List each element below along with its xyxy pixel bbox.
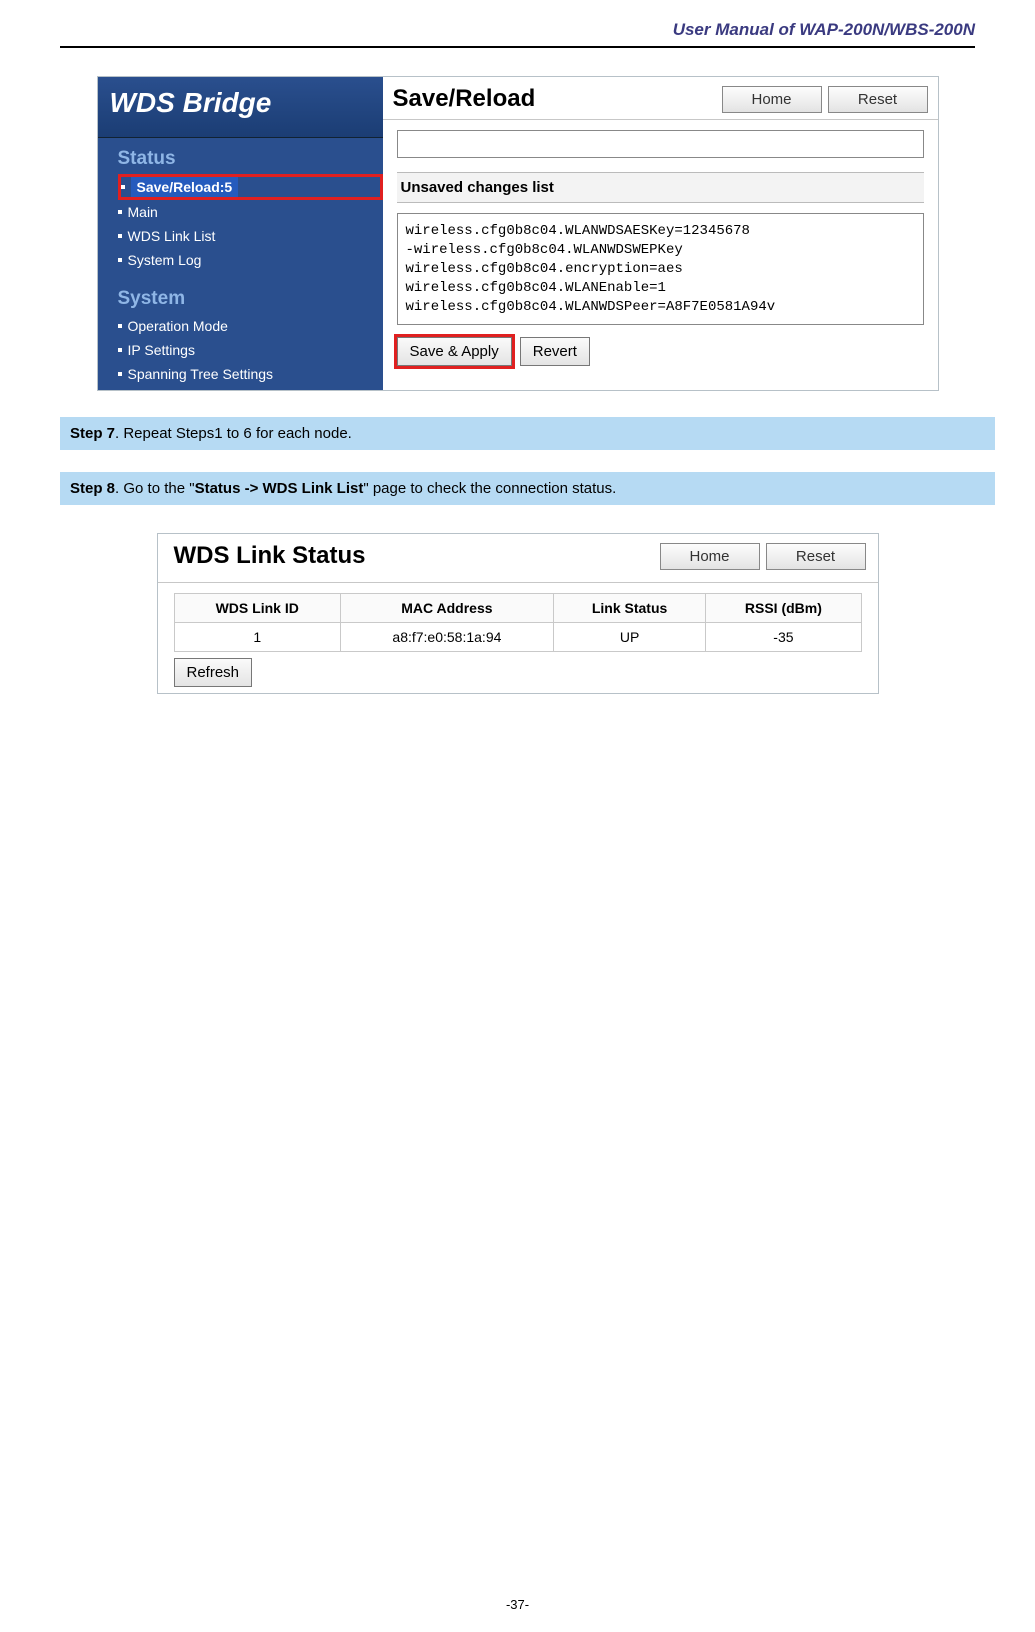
bullet-icon [118,372,122,376]
sidebar-item-label: Operation Mode [128,318,228,334]
bullet-icon [121,185,125,189]
col-rssi: RSSI (dBm) [706,594,861,623]
changes-list: wireless.cfg0b8c04.WLANWDSAESKey=1234567… [397,213,924,325]
col-wds-link-id: WDS Link ID [174,594,340,623]
sidebar-item-label: WDS Link List [128,228,216,244]
sidebar-item-label: Spanning Tree Settings [128,366,274,382]
reset-button[interactable]: Reset [828,86,928,113]
sidebar-system-label: System [118,284,383,314]
home-button[interactable]: Home [722,86,822,113]
table-header-row: WDS Link ID MAC Address Link Status RSSI… [174,594,861,623]
document-header: User Manual of WAP-200N/WBS-200N [60,0,975,48]
wds-link-table: WDS Link ID MAC Address Link Status RSSI… [174,593,862,652]
sidebar: WDS Bridge Status Save/Reload:5 Main WDS… [98,77,383,390]
sidebar-item-label: Save/Reload:5 [131,177,239,197]
step-8-label: Step 8 [70,480,115,497]
page-title: Save/Reload [393,85,716,113]
sidebar-item-system-log[interactable]: System Log [118,248,383,272]
sidebar-section-status: Status Save/Reload:5 Main WDS Link List … [98,138,383,390]
main-panel: Save/Reload Home Reset Unsaved changes l… [383,77,938,390]
sidebar-item-label: Main [128,204,158,220]
revert-button[interactable]: Revert [520,337,590,366]
sidebar-item-label: System Log [128,252,202,268]
main-topbar: Save/Reload Home Reset [383,77,938,120]
sidebar-item-wds-link-list[interactable]: WDS Link List [118,224,383,248]
col-mac-address: MAC Address [340,594,553,623]
save-apply-button[interactable]: Save & Apply [397,337,512,366]
wds-title: WDS Link Status [174,542,654,570]
sidebar-item-ip-settings[interactable]: IP Settings [118,338,383,362]
action-row: Save & Apply Revert [397,337,924,366]
col-link-status: Link Status [553,594,705,623]
refresh-button[interactable]: Refresh [174,658,253,687]
bullet-icon [118,234,122,238]
reset-button[interactable]: Reset [766,543,866,570]
step-8-link: Status -> WDS Link List [195,480,364,497]
sidebar-item-label: IP Settings [128,342,195,358]
sidebar-status-label: Status [118,144,383,174]
bullet-icon [118,348,122,352]
screenshot-wds-link-status: WDS Link Status Home Reset WDS Link ID M… [157,533,879,694]
bullet-icon [118,210,122,214]
cell-wds-link-id: 1 [174,623,340,652]
sidebar-title: WDS Bridge [98,77,383,138]
wds-topbar: WDS Link Status Home Reset [158,534,878,583]
sidebar-item-save-reload[interactable]: Save/Reload:5 [118,174,383,200]
cell-mac-address: a8:f7:e0:58:1a:94 [340,623,553,652]
step-7-text: . Repeat Steps1 to 6 for each node. [115,425,352,442]
sidebar-item-spanning-tree[interactable]: Spanning Tree Settings [118,362,383,386]
bullet-icon [118,258,122,262]
page-number: -37- [0,1597,1035,1612]
main-body: Unsaved changes list wireless.cfg0b8c04.… [383,120,938,380]
step-8-bar: Step 8. Go to the "Status -> WDS Link Li… [60,472,995,505]
cell-rssi: -35 [706,623,861,652]
step-8-pre: . Go to the " [115,480,195,497]
sidebar-item-operation-mode[interactable]: Operation Mode [118,314,383,338]
step-7-bar: Step 7. Repeat Steps1 to 6 for each node… [60,417,995,450]
home-button[interactable]: Home [660,543,760,570]
unsaved-changes-label: Unsaved changes list [397,172,924,203]
screenshot-save-reload: WDS Bridge Status Save/Reload:5 Main WDS… [97,76,939,391]
step-7-label: Step 7 [70,425,115,442]
bullet-icon [118,324,122,328]
message-field[interactable] [397,130,924,158]
sidebar-item-main[interactable]: Main [118,200,383,224]
cell-link-status: UP [553,623,705,652]
step-8-post: " page to check the connection status. [363,480,616,497]
table-row: 1 a8:f7:e0:58:1a:94 UP -35 [174,623,861,652]
